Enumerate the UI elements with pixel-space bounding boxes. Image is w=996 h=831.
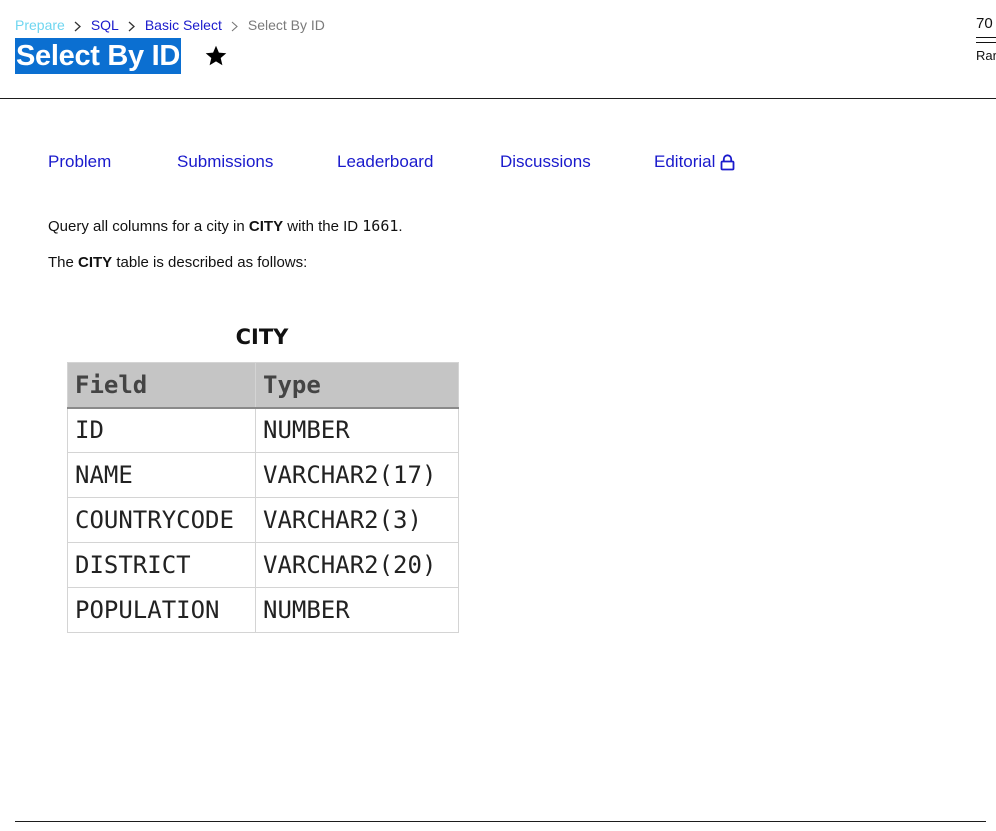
tab-leaderboard-label: Leaderboard (337, 152, 434, 171)
tab-problem[interactable]: Problem (48, 152, 177, 172)
table-header-row: Field Type (67, 362, 459, 409)
points-panel: 70 Rar (976, 15, 996, 63)
problem-tabs: Problem Submissions Leaderboard Discussi… (48, 152, 735, 172)
breadcrumb-current: Select By ID (247, 17, 325, 33)
table-row: COUNTRYCODE VARCHAR2(3) (67, 497, 459, 543)
schema-caption: CITY (235, 325, 289, 349)
tab-editorial[interactable]: Editorial (654, 152, 735, 172)
text-fragment: The (48, 254, 79, 271)
column-header-field: Field (67, 362, 256, 409)
city-id-code: 1661 (362, 217, 399, 235)
footer-divider (15, 821, 986, 822)
field-cell: DISTRICT (67, 542, 256, 588)
problem-statement: Query all columns for a city in CITY wit… (48, 216, 403, 273)
chevron-right-icon (230, 21, 239, 31)
tab-submissions-label: Submissions (177, 152, 274, 171)
tab-editorial-label: Editorial (654, 152, 716, 171)
field-cell: POPULATION (67, 587, 256, 633)
tab-discussions-label: Discussions (500, 152, 591, 171)
rank-label: Rar (976, 48, 996, 63)
problem-query-line: Query all columns for a city in CITY wit… (48, 216, 403, 237)
tab-submissions[interactable]: Submissions (177, 152, 337, 172)
text-fragment: . (398, 218, 403, 235)
schema-figure: CITY Field Type ID NUMBER NAME VARCHAR2(… (67, 320, 459, 633)
breadcrumb: Prepare SQL Basic Select Select By ID (15, 17, 325, 33)
chevron-right-icon (127, 21, 136, 31)
table-row: DISTRICT VARCHAR2(20) (67, 542, 459, 588)
column-header-type: Type (255, 362, 459, 409)
tab-leaderboard[interactable]: Leaderboard (337, 152, 500, 172)
text-fragment: table is described as follows: (112, 254, 308, 271)
type-cell: VARCHAR2(20) (255, 542, 459, 588)
points-value: 70 (976, 15, 993, 32)
table-name-bold: CITY (248, 218, 284, 235)
table-row: POPULATION NUMBER (67, 587, 459, 633)
table-row: ID NUMBER (67, 407, 459, 453)
table-name-bold: CITY (78, 254, 113, 271)
type-cell: VARCHAR2(17) (255, 452, 459, 498)
text-fragment: Query all columns for a city in (48, 218, 249, 235)
breadcrumb-prepare[interactable]: Prepare (15, 17, 65, 33)
page-title: Select By ID (15, 38, 182, 74)
type-cell: VARCHAR2(3) (255, 497, 459, 543)
type-cell: NUMBER (255, 587, 459, 633)
type-cell: NUMBER (255, 407, 459, 453)
breadcrumb-sql[interactable]: SQL (91, 17, 119, 33)
field-cell: ID (67, 407, 256, 453)
field-cell: NAME (67, 452, 256, 498)
tab-problem-label: Problem (48, 152, 112, 171)
title-row: Select By ID (15, 38, 228, 74)
points-divider (976, 37, 996, 43)
text-fragment: with the ID (283, 218, 363, 235)
problem-table-line: The CITY table is described as follows: (48, 253, 403, 273)
chevron-right-icon (73, 21, 82, 31)
schema-table: Field Type ID NUMBER NAME VARCHAR2(17) C… (67, 362, 459, 633)
lock-icon (720, 153, 735, 171)
star-icon[interactable] (204, 44, 228, 68)
page-header: Prepare SQL Basic Select Select By ID Se… (0, 0, 996, 99)
field-cell: COUNTRYCODE (67, 497, 256, 543)
table-row: NAME VARCHAR2(17) (67, 452, 459, 498)
tab-discussions[interactable]: Discussions (500, 152, 654, 172)
breadcrumb-basic-select[interactable]: Basic Select (145, 17, 222, 33)
